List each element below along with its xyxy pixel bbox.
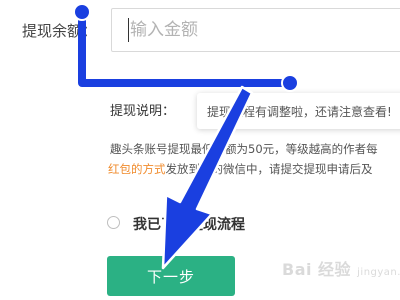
agree-label[interactable]: 我已了解提现流程 <box>133 214 245 234</box>
description-line-2-text: 发放到您的微信中，请提交提现申请后及 <box>165 162 373 176</box>
amount-input-box[interactable] <box>111 8 400 52</box>
watermark: Bai 经验 jingyan.baidu.com <box>282 256 400 280</box>
description-highlight: 红包的方式 <box>108 162 166 176</box>
next-step-button[interactable]: 下一步 <box>107 256 235 296</box>
watermark-main: Bai 经验 <box>282 260 352 279</box>
agree-radio[interactable] <box>107 216 120 229</box>
watermark-sub: jingyan.baidu.com <box>357 267 400 278</box>
tooltip-text: 提现流程有调整啦，还请注意查看! <box>207 105 392 119</box>
amount-input[interactable] <box>112 9 400 51</box>
annotation-dot-end <box>281 74 299 92</box>
description-line-2: 红包的方式发放到您的微信中，请提交提现申请后及 <box>108 161 373 177</box>
annotation-dot-start <box>73 3 91 21</box>
note-label: 提现说明： <box>110 104 176 119</box>
tooltip: 提现流程有调整啦，还请注意查看! <box>197 93 400 129</box>
amount-label: 提现余额： <box>22 22 98 40</box>
text-caret <box>128 18 129 42</box>
description-line-1: 趣头条账号提现最低限额为50元，等级越高的作者每 <box>110 142 378 156</box>
